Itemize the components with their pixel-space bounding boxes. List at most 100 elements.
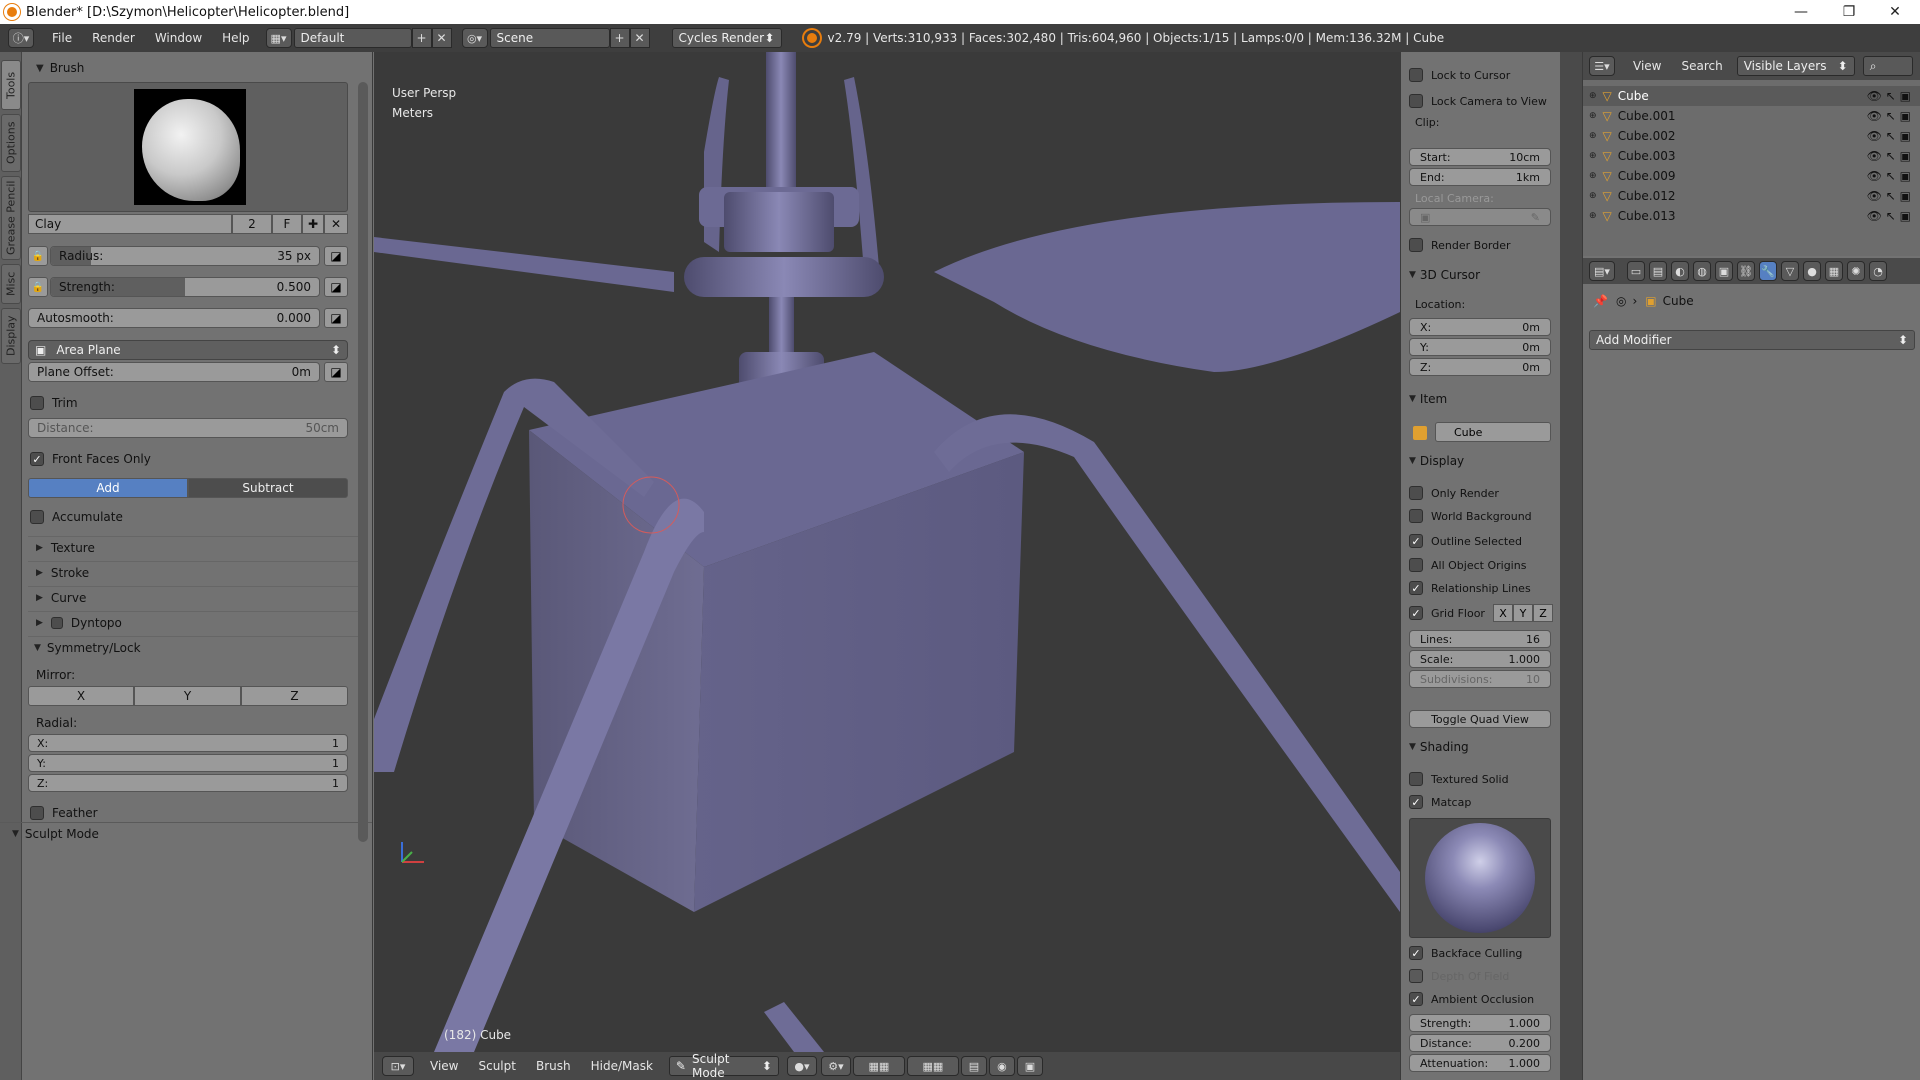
layout-field[interactable]: Default [293,28,412,48]
constraints-tab-icon[interactable]: ⛓ [1737,261,1755,281]
visibility-icons[interactable]: 👁 ↖ ▣ [1867,129,1911,143]
brush-users-count[interactable]: 2 [232,214,272,234]
menu-sculpt[interactable]: Sculpt [468,1059,525,1073]
visibility-icons[interactable]: 👁 ↖ ▣ [1867,209,1911,223]
close-button[interactable]: ✕ [1872,0,1918,24]
radius-lock-icon[interactable]: 🔒 [28,246,48,266]
visibility-icons[interactable]: 👁 ↖ ▣ [1867,109,1911,123]
sculpt-mode-panel-header[interactable]: ▼ Sculpt Mode [0,822,372,844]
accumulate-checkbox[interactable]: Accumulate [30,510,123,524]
tab-tools[interactable]: Tools [1,60,21,110]
grid-axis-y-toggle[interactable]: Y [1513,604,1533,622]
visibility-icons[interactable]: 👁 ↖ ▣ [1867,89,1911,103]
object-name-field[interactable]: Cube [1435,422,1551,442]
distance-slider[interactable]: Distance: 50cm [28,418,348,438]
matcap-checkbox[interactable]: ✓ Matcap [1409,795,1471,809]
render-border-checkbox[interactable]: Render Border [1409,238,1511,252]
subpanel-curve[interactable]: ▶ Curve [28,586,358,608]
outliner-item-cube-012[interactable]: ⊕ ▽ Cube.012 👁 ↖ ▣ [1583,186,1920,206]
outliner-filter-select[interactable]: Visible Layers ⬍ [1736,56,1855,76]
lock-to-cursor-checkbox[interactable]: Lock to Cursor [1409,68,1510,82]
minimize-button[interactable]: — [1778,0,1824,24]
opengl-render-icon[interactable]: ▣ [1016,1056,1043,1076]
radius-slider[interactable]: Radius: 35 px [50,246,320,266]
pin-icon[interactable]: 📌 [1593,294,1608,308]
add-layout-button[interactable]: + [411,28,432,48]
grid-subdivisions-field[interactable]: Subdivisions: 10 [1409,670,1551,688]
tab-display[interactable]: Display [1,308,21,364]
material-tab-icon[interactable]: ● [1803,261,1821,281]
feather-checkbox[interactable]: Feather [30,806,98,820]
menu-view[interactable]: View [420,1059,468,1073]
fake-user-button[interactable]: F [272,214,302,234]
subpanel-symmetry-lock[interactable]: ▼ Symmetry/Lock [28,636,358,658]
clip-end-field[interactable]: End: 1km [1409,168,1551,186]
grid-scale-field[interactable]: Scale: 1.000 [1409,650,1551,668]
mode-select[interactable]: ✎ Sculpt Mode ⬍ [668,1052,779,1080]
cursor-y-field[interactable]: Y: 0m [1409,338,1551,356]
ao-distance-field[interactable]: Distance: 0.200 [1409,1034,1551,1052]
relationship-lines-checkbox[interactable]: ✓ Relationship Lines [1409,581,1531,595]
tab-grease-pencil[interactable]: Grease Pencil [1,176,21,260]
mirror-x-button[interactable]: X [28,686,134,706]
world-background-checkbox[interactable]: World Background [1409,509,1532,523]
outline-selected-checkbox[interactable]: ✓ Outline Selected [1409,534,1522,548]
render-layers-tab-icon[interactable]: ▤ [1649,261,1667,281]
trim-checkbox[interactable]: Trim [30,396,78,410]
display-panel-header[interactable]: ▼ Display [1405,454,1464,468]
outliner-item-cube[interactable]: ⊕ ▽ Cube 👁 ↖ ▣ [1583,86,1920,106]
outliner-menu-search[interactable]: Search [1671,59,1732,73]
strength-lock-icon[interactable]: 🔒 [28,277,48,297]
data-tab-icon[interactable]: ▽ [1781,261,1799,281]
dyntopo-checkbox-icon[interactable] [50,616,63,629]
all-object-origins-checkbox[interactable]: All Object Origins [1409,558,1526,572]
matcap-preview[interactable] [1409,818,1551,938]
textured-solid-checkbox[interactable]: Textured Solid [1409,772,1509,786]
remove-scene-button[interactable]: ✕ [629,28,650,48]
add-scene-button[interactable]: + [609,28,630,48]
strength-pressure-icon[interactable]: ◪ [324,277,348,297]
toggle-quad-view-button[interactable]: Toggle Quad View [1409,710,1551,728]
radial-x-field[interactable]: X: 1 [28,734,348,752]
menu-hide-mask[interactable]: Hide/Mask [581,1059,663,1073]
3d-cursor-panel-header[interactable]: ▼ 3D Cursor [1405,268,1480,282]
brush-name-field[interactable]: Clay [28,214,232,234]
radial-z-field[interactable]: Z: 1 [28,774,348,792]
new-brush-button[interactable]: ✚ [302,214,324,234]
3d-viewport[interactable]: User Persp Meters (182) Cube [374,52,1400,1052]
visibility-icons[interactable]: 👁 ↖ ▣ [1867,189,1911,203]
remove-layout-button[interactable]: ✕ [431,28,452,48]
shading-panel-header[interactable]: ▼ Shading [1405,740,1469,754]
layout-grid-icon[interactable]: ▦▾ [265,28,292,48]
autosmooth-pressure-icon[interactable]: ◪ [324,308,348,328]
render-tab-icon[interactable]: ▭ [1627,261,1645,281]
unlink-brush-button[interactable]: ✕ [324,214,348,234]
autosmooth-slider[interactable]: Autosmooth: 0.000 [28,308,320,328]
ao-strength-field[interactable]: Strength: 1.000 [1409,1014,1551,1032]
ambient-occlusion-checkbox[interactable]: ✓ Ambient Occlusion [1409,992,1534,1006]
camera-icon[interactable]: ◉ [988,1056,1015,1076]
shading-mode-icon[interactable]: ●▾ [786,1056,817,1076]
add-modifier-select[interactable]: Add Modifier ⬍ [1589,330,1915,350]
render-engine-select[interactable]: Cycles Render ⬍ [671,28,782,48]
plane-offset-pressure-icon[interactable]: ◪ [324,362,348,382]
layers-grid-2-icon[interactable]: ▦▦ [906,1056,959,1076]
world-tab-icon[interactable]: ◍ [1693,261,1711,281]
outliner-item-cube-002[interactable]: ⊕ ▽ Cube.002 👁 ↖ ▣ [1583,126,1920,146]
add-button[interactable]: Add [28,478,188,498]
modifiers-tab-icon[interactable]: 🔧 [1759,261,1777,281]
pivot-icon[interactable]: ⚙▾ [820,1056,851,1076]
particles-tab-icon[interactable]: ✺ [1847,261,1865,281]
outliner-editor-icon[interactable]: ☰▾ [1589,56,1615,76]
brush-panel-header[interactable]: ▼ Brush [28,58,84,78]
tab-misc[interactable]: Misc [1,264,21,304]
info-editor-icon[interactable]: ⓘ▾ [8,28,34,48]
object-tab-icon[interactable]: ▣ [1715,261,1733,281]
tool-shelf-scrollbar[interactable] [358,82,368,842]
backface-culling-checkbox[interactable]: ✓ Backface Culling [1409,946,1522,960]
outliner-item-cube-001[interactable]: ⊕ ▽ Cube.001 👁 ↖ ▣ [1583,106,1920,126]
clip-start-field[interactable]: Start: 10cm [1409,148,1551,166]
front-faces-only-checkbox[interactable]: ✓ Front Faces Only [30,452,151,466]
visibility-icons[interactable]: 👁 ↖ ▣ [1867,149,1911,163]
physics-tab-icon[interactable]: ◔ [1869,261,1887,281]
